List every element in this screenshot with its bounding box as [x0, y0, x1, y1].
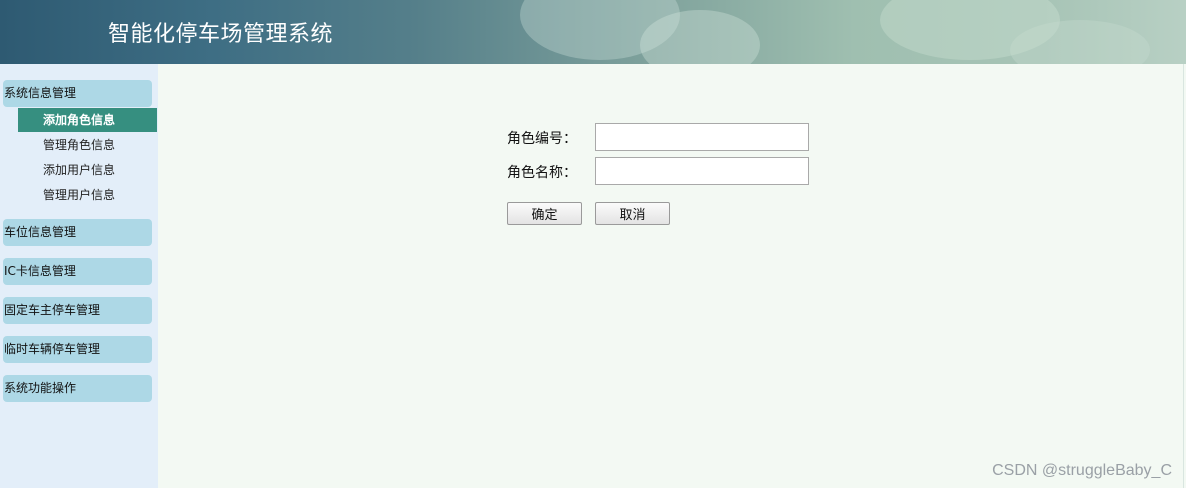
cancel-button[interactable]: 取消 [595, 202, 670, 225]
header-banner: 智能化停车场管理系统 [0, 0, 1186, 64]
role-id-input[interactable] [595, 123, 809, 151]
confirm-button[interactable]: 确定 [507, 202, 582, 225]
system-title: 智能化停车场管理系统 [108, 22, 334, 47]
role-name-label: 角色名称： [507, 165, 577, 181]
menu-item-manage-role[interactable]: 管理角色信息 [18, 133, 157, 157]
app-window: 智能化停车场管理系统 系统信息管理 添加角色信息 管理角色信息 添加用户信息 管… [0, 0, 1186, 488]
menu-group-parking-space[interactable]: 车位信息管理 [3, 219, 152, 246]
menu-item-manage-user[interactable]: 管理用户信息 [18, 183, 157, 207]
menu-group-fixed-owner-parking[interactable]: 固定车主停车管理 [3, 297, 152, 324]
menu-group-system-info[interactable]: 系统信息管理 [3, 80, 152, 107]
menu-group-temp-vehicle-parking[interactable]: 临时车辆停车管理 [3, 336, 152, 363]
role-name-input[interactable] [595, 157, 809, 185]
sidebar: 系统信息管理 添加角色信息 管理角色信息 添加用户信息 管理用户信息 车位信息管… [0, 64, 158, 488]
menu-item-add-role[interactable]: 添加角色信息 [18, 108, 157, 132]
menu-group-ic-card[interactable]: IC卡信息管理 [3, 258, 152, 285]
watermark: CSDN @struggleBaby_C [992, 462, 1172, 479]
main-right-border [1183, 64, 1184, 488]
role-id-label: 角色编号： [507, 131, 577, 147]
menu-group-system-functions[interactable]: 系统功能操作 [3, 375, 152, 402]
menu-item-add-user[interactable]: 添加用户信息 [18, 158, 157, 182]
